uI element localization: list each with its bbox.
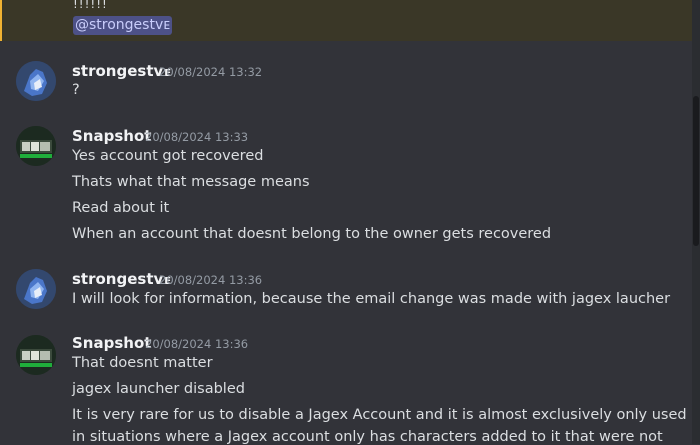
message-group: Snapshot 20/08/2024 13:36 That doesnt ma… <box>0 330 692 445</box>
timestamp: 20/08/2024 13:33 <box>145 130 249 144</box>
message-line: I will look for information, because the… <box>72 291 671 307</box>
timestamp: 20/08/2024 13:32 <box>159 65 263 79</box>
message-text-fragment: !!!!!! <box>73 0 108 11</box>
avatar[interactable] <box>16 126 56 166</box>
scrollbar-thumb[interactable] <box>693 96 699 246</box>
avatar[interactable] <box>16 269 56 309</box>
message-group: strongestvE 20/08/2024 13:36 I will look… <box>0 264 692 314</box>
message-line: When an account that doesnt belong to th… <box>72 226 552 242</box>
message-group: Snapshot 20/08/2024 13:33 Yes account go… <box>0 121 692 251</box>
user-avatar-icon <box>16 61 56 101</box>
scrollbar[interactable] <box>692 0 700 444</box>
user-avatar-icon <box>16 126 56 166</box>
author-name[interactable]: strongestvE <box>72 62 171 80</box>
message-line: Read about it <box>72 200 170 216</box>
message-line: Yes account got recovered <box>72 148 264 164</box>
message-line: Thats what that message means <box>72 174 310 190</box>
author-name[interactable]: strongestvE <box>72 270 171 288</box>
highlighted-mention-message: !!!!!! @strongestvᴇ <box>0 0 692 41</box>
message-line: It is very rare for us to disable a Jage… <box>72 407 687 423</box>
user-avatar-icon <box>16 269 56 309</box>
author-name[interactable]: Snapshot <box>72 127 151 145</box>
message-line: ? <box>72 82 80 98</box>
avatar[interactable] <box>16 335 56 375</box>
message-line: in situations where a Jagex account only… <box>72 429 663 445</box>
chat-messages: !!!!!! @strongestvᴇ strongestvE 20/08/20… <box>0 0 692 445</box>
message-group: strongestvE 20/08/2024 13:32 ? <box>0 56 692 106</box>
timestamp: 20/08/2024 13:36 <box>159 273 263 287</box>
avatar[interactable] <box>16 61 56 101</box>
message-line: That doesnt matter <box>72 355 213 371</box>
author-name[interactable]: Snapshot <box>72 334 151 352</box>
user-mention[interactable]: @strongestvᴇ <box>73 16 173 35</box>
user-avatar-icon <box>16 335 56 375</box>
message-line: jagex launcher disabled <box>72 381 245 397</box>
timestamp: 20/08/2024 13:36 <box>145 337 249 351</box>
